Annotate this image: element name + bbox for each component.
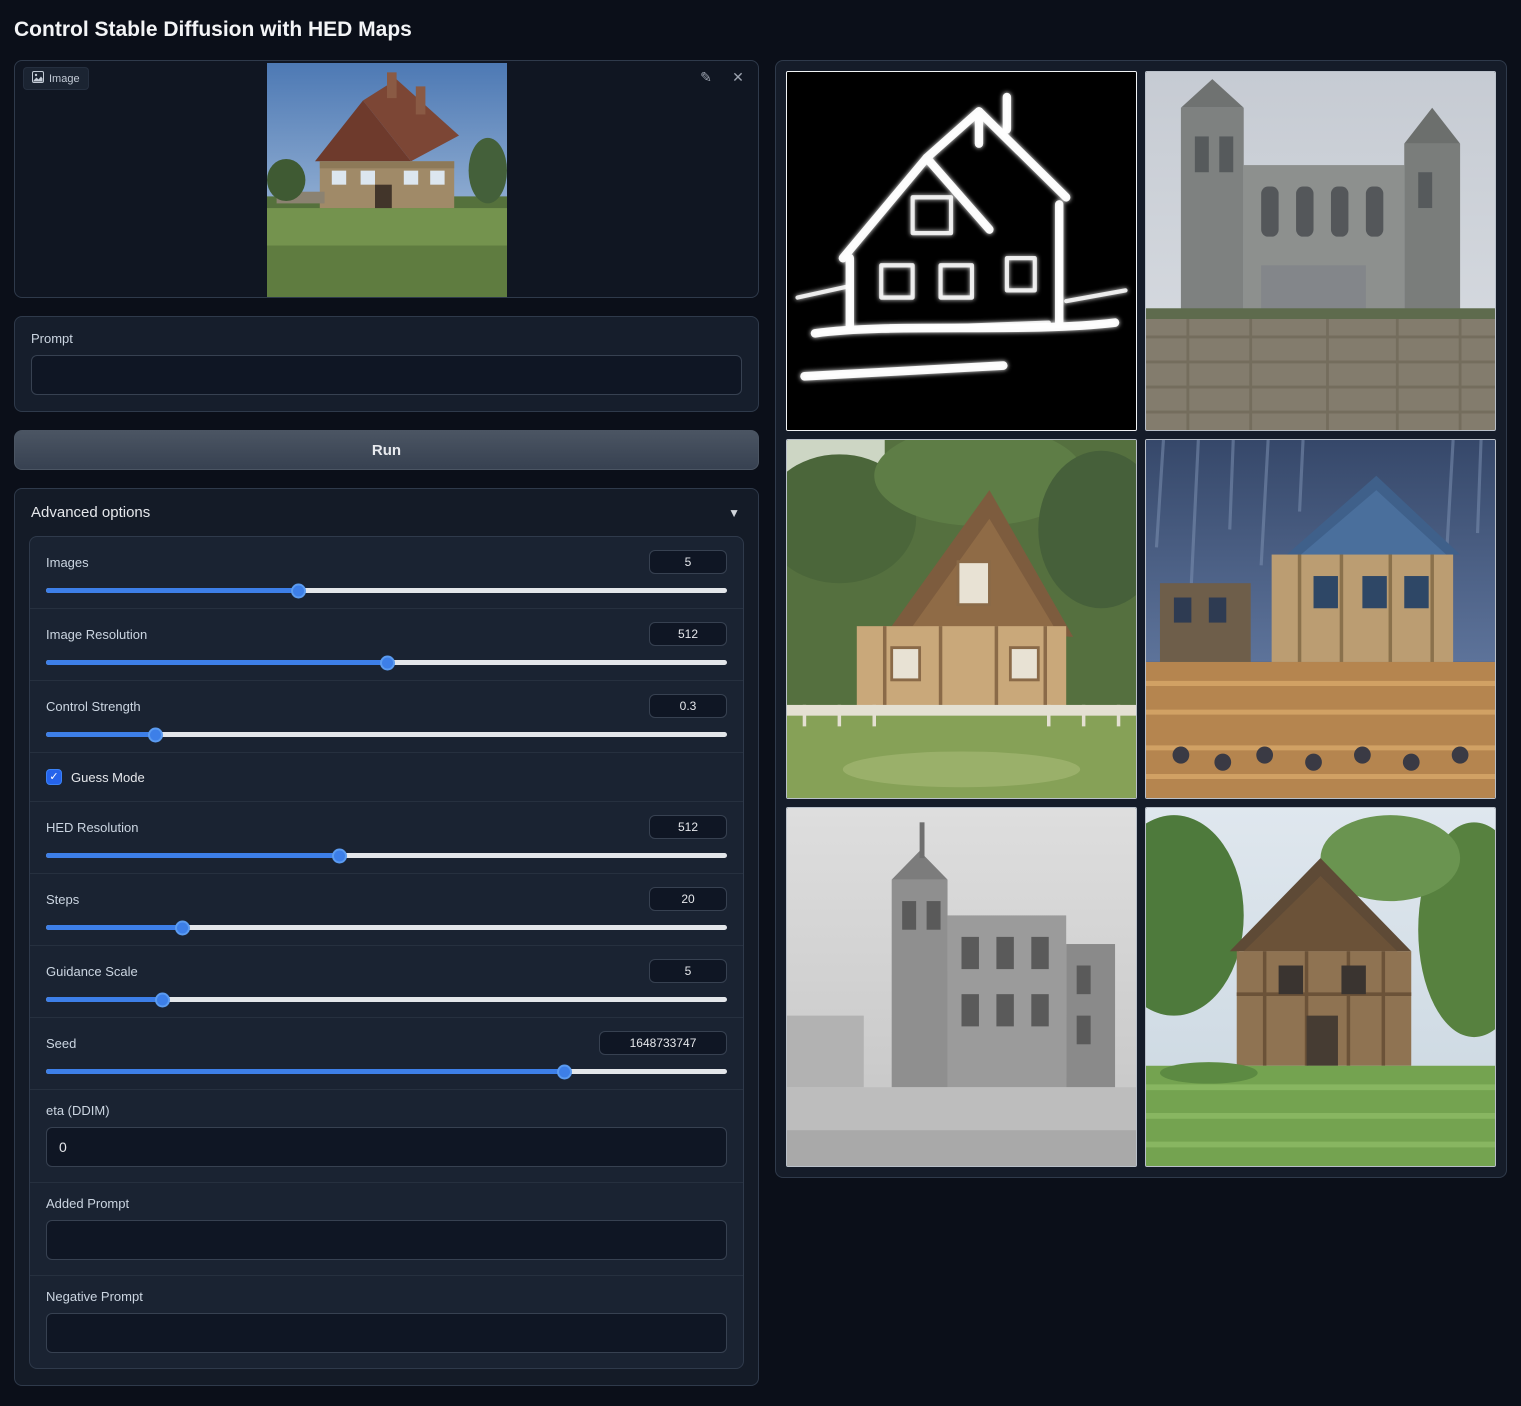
prompt-label: Prompt	[31, 331, 742, 346]
images-slider[interactable]	[46, 588, 727, 593]
image-input-label-text: Image	[49, 73, 80, 85]
page-title: Control Stable Diffusion with HED Maps	[14, 18, 1507, 42]
chevron-down-icon[interactable]: ▼	[728, 506, 740, 520]
eta-row: eta (DDIM)	[30, 1090, 743, 1183]
images-value-input[interactable]	[649, 550, 727, 574]
image-icon	[32, 71, 44, 86]
steps-slider[interactable]	[46, 925, 727, 930]
slider-label: Image Resolution	[46, 627, 147, 642]
slider-label: HED Resolution	[46, 820, 139, 835]
image-resolution-value-input[interactable]	[649, 622, 727, 646]
hed-resolution-slider[interactable]	[46, 853, 727, 858]
added-prompt-row: Added Prompt	[30, 1183, 743, 1276]
slider-row-steps: Steps	[30, 874, 743, 946]
slider-label: Seed	[46, 1036, 76, 1051]
image-actions: ✎ ✕	[696, 67, 748, 87]
gallery-item-painted-cottage[interactable]	[786, 439, 1137, 799]
steps-value-input[interactable]	[649, 887, 727, 911]
app-container: Image ✎ ✕	[14, 60, 1507, 1386]
run-button[interactable]: Run	[14, 430, 759, 470]
guidance-scale-value-input[interactable]	[649, 959, 727, 983]
output-gallery	[775, 60, 1507, 1178]
negative-prompt-label: Negative Prompt	[46, 1289, 727, 1304]
gallery-item-rainy-house[interactable]	[1145, 439, 1496, 799]
guess-mode-row: ✓ Guess Mode	[30, 753, 743, 802]
eta-label: eta (DDIM)	[46, 1103, 727, 1118]
added-prompt-label: Added Prompt	[46, 1196, 727, 1211]
slider-label: Guidance Scale	[46, 964, 138, 979]
slider-row-control-strength: Control Strength	[30, 681, 743, 753]
slider-handle[interactable]	[155, 992, 170, 1007]
slider-label: Images	[46, 555, 89, 570]
advanced-options-title: Advanced options	[31, 504, 150, 521]
advanced-options-accordion[interactable]: Advanced options ▼	[15, 489, 758, 534]
guess-mode-label: Guess Mode	[71, 770, 145, 785]
slider-row-guidance-scale: Guidance Scale	[30, 946, 743, 1018]
prompt-input[interactable]	[31, 355, 742, 395]
uploaded-house-photo[interactable]	[267, 63, 507, 297]
slider-handle[interactable]	[332, 848, 347, 863]
image-input-label: Image	[23, 67, 89, 90]
guess-mode-checkbox[interactable]: ✓	[46, 769, 62, 785]
prompt-block: Prompt	[14, 316, 759, 412]
slider-handle[interactable]	[291, 583, 306, 598]
slider-handle[interactable]	[380, 655, 395, 670]
slider-row-hed-resolution: HED Resolution	[30, 802, 743, 874]
slider-row-images: Images	[30, 537, 743, 609]
slider-row-image-resolution: Image Resolution	[30, 609, 743, 681]
seed-slider[interactable]	[46, 1069, 727, 1074]
added-prompt-input[interactable]	[46, 1220, 727, 1260]
slider-handle[interactable]	[175, 920, 190, 935]
slider-row-seed: Seed	[30, 1018, 743, 1090]
image-resolution-slider[interactable]	[46, 660, 727, 665]
gallery-item-grayscale-building[interactable]	[786, 807, 1137, 1167]
negative-prompt-row: Negative Prompt	[30, 1276, 743, 1368]
advanced-options-panel: Images Image Resolution	[29, 536, 744, 1369]
advanced-options-block: Advanced options ▼ Images	[14, 488, 759, 1386]
hed-resolution-value-input[interactable]	[649, 815, 727, 839]
left-column: Image ✎ ✕	[14, 60, 759, 1386]
gallery-item-hed-map[interactable]	[786, 71, 1137, 431]
gallery-item-castle[interactable]	[1145, 71, 1496, 431]
clear-image-icon[interactable]: ✕	[728, 67, 748, 87]
eta-input[interactable]	[46, 1127, 727, 1167]
gallery-grid	[775, 60, 1507, 1178]
gallery-item-timber-house[interactable]	[1145, 807, 1496, 1167]
negative-prompt-input[interactable]	[46, 1313, 727, 1353]
slider-label: Control Strength	[46, 699, 141, 714]
seed-value-input[interactable]	[599, 1031, 727, 1055]
control-strength-value-input[interactable]	[649, 694, 727, 718]
image-input-block[interactable]: Image ✎ ✕	[14, 60, 759, 298]
slider-handle[interactable]	[148, 727, 163, 742]
guidance-scale-slider[interactable]	[46, 997, 727, 1002]
edit-image-icon[interactable]: ✎	[696, 67, 716, 87]
control-strength-slider[interactable]	[46, 732, 727, 737]
slider-label: Steps	[46, 892, 79, 907]
slider-handle[interactable]	[557, 1064, 572, 1079]
